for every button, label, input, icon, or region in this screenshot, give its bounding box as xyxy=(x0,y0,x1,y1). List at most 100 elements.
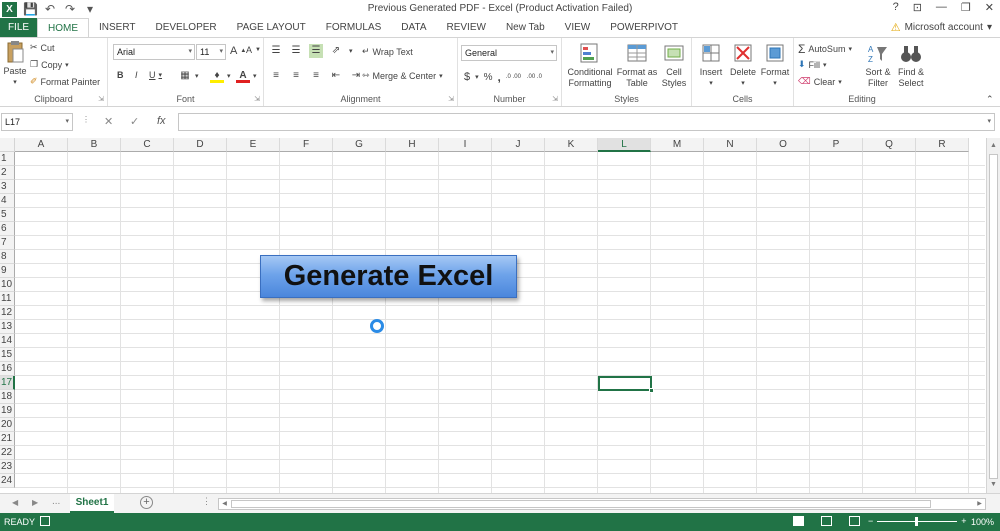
page-layout-view-icon[interactable] xyxy=(821,516,832,526)
row-header-24[interactable]: 24 xyxy=(0,474,15,488)
paste-button[interactable]: Paste ▾ xyxy=(2,40,28,88)
insert-cells-button[interactable]: Insert ▾ xyxy=(695,41,727,89)
clear-button[interactable]: ⌫ Clear ▾ xyxy=(798,76,842,87)
sheet-tab-sheet1[interactable]: Sheet1 xyxy=(70,494,114,513)
tab-page-layout[interactable]: PAGE LAYOUT xyxy=(227,18,316,37)
page-break-view-icon[interactable] xyxy=(849,516,860,526)
cell-area[interactable] xyxy=(15,152,985,493)
column-header-l[interactable]: L xyxy=(598,138,651,152)
column-header-n[interactable]: N xyxy=(704,138,757,152)
italic-button[interactable]: I xyxy=(135,70,138,80)
column-header-k[interactable]: K xyxy=(545,138,598,152)
horizontal-scrollbar[interactable]: ◀ ▶ xyxy=(218,498,986,510)
column-header-h[interactable]: H xyxy=(386,138,439,152)
close-icon[interactable]: ✕ xyxy=(985,1,994,14)
tab-developer[interactable]: DEVELOPER xyxy=(146,18,227,37)
column-header-o[interactable]: O xyxy=(757,138,810,152)
scroll-up-icon[interactable]: ▲ xyxy=(987,140,1000,152)
cell-styles-button[interactable]: Cell Styles xyxy=(658,41,690,89)
restore-icon[interactable]: ❐ xyxy=(961,1,971,14)
vertical-scrollbar[interactable]: ▲ ▼ xyxy=(986,138,1000,493)
tab-view[interactable]: VIEW xyxy=(555,18,601,37)
row-header-3[interactable]: 3 xyxy=(0,180,15,194)
name-box[interactable]: L17 ▾ xyxy=(1,113,73,131)
sort-filter-button[interactable]: AZ Sort & Filter xyxy=(862,41,894,89)
zoom-knob[interactable] xyxy=(915,516,919,526)
normal-view-icon[interactable] xyxy=(793,516,804,526)
help-icon[interactable]: ? xyxy=(893,1,899,14)
copy-button[interactable]: ❐ Copy ▾ xyxy=(30,59,69,70)
format-as-table-button[interactable]: Format as Table xyxy=(616,41,658,89)
percent-button[interactable]: % xyxy=(484,72,493,83)
borders-button[interactable]: ▦ ▾ xyxy=(178,69,198,83)
add-sheet-button[interactable]: + xyxy=(140,496,153,509)
row-header-23[interactable]: 23 xyxy=(0,460,15,474)
active-cell-l17[interactable] xyxy=(598,376,654,393)
tab-file[interactable]: FILE xyxy=(0,18,37,37)
column-header-b[interactable]: B xyxy=(68,138,121,152)
row-header-10[interactable]: 10 xyxy=(0,278,15,292)
row-header-19[interactable]: 19 xyxy=(0,404,15,418)
row-header-11[interactable]: 11 xyxy=(0,292,15,306)
scroll-right-icon[interactable]: ▶ xyxy=(974,499,985,509)
insert-function-icon[interactable]: fx xyxy=(157,115,166,127)
zoom-out-icon[interactable]: − xyxy=(868,516,873,526)
dialog-launcher-icon[interactable]: ⇲ xyxy=(552,95,558,103)
dialog-launcher-icon[interactable]: ⇲ xyxy=(448,95,454,103)
find-select-button[interactable]: Find & Select xyxy=(894,41,928,89)
zoom-slider[interactable]: − + xyxy=(868,516,967,526)
grow-font-button[interactable]: A ▲ xyxy=(230,45,246,57)
column-header-g[interactable]: G xyxy=(333,138,386,152)
wrap-text-button[interactable]: ↵ Wrap Text xyxy=(362,46,413,57)
cancel-icon[interactable]: ✕ xyxy=(104,115,113,128)
row-header-2[interactable]: 2 xyxy=(0,166,15,180)
row-header-4[interactable]: 4 xyxy=(0,194,15,208)
column-header-c[interactable]: C xyxy=(121,138,174,152)
align-left-icon[interactable]: ≡ xyxy=(269,69,283,83)
column-header-m[interactable]: M xyxy=(651,138,704,152)
font-size-select[interactable]: 11 ▾ xyxy=(196,44,226,60)
column-header-d[interactable]: D xyxy=(174,138,227,152)
number-format-select[interactable]: General ▾ xyxy=(461,45,557,61)
column-header-j[interactable]: J xyxy=(492,138,545,152)
zoom-track[interactable] xyxy=(877,516,958,526)
row-header-21[interactable]: 21 xyxy=(0,432,15,446)
cut-button[interactable]: ✂ Cut xyxy=(30,42,55,53)
dialog-launcher-icon[interactable]: ⇲ xyxy=(254,95,260,103)
generate-excel-button[interactable]: Generate Excel xyxy=(260,255,517,298)
orientation-icon[interactable]: ⇗ xyxy=(329,44,343,58)
align-bottom-icon[interactable]: ☰ xyxy=(309,44,323,58)
row-header-13[interactable]: 13 xyxy=(0,320,15,334)
vertical-scroll-thumb[interactable] xyxy=(989,154,998,479)
row-header-9[interactable]: 9 xyxy=(0,264,15,278)
row-header-22[interactable]: 22 xyxy=(0,446,15,460)
tab-new-tab[interactable]: New Tab xyxy=(496,18,555,37)
decrease-decimal-button[interactable]: .00 .0 xyxy=(527,74,543,81)
zoom-in-icon[interactable]: + xyxy=(961,516,966,526)
macro-record-icon[interactable] xyxy=(40,516,50,526)
row-header-6[interactable]: 6 xyxy=(0,222,15,236)
increase-decimal-button[interactable]: .0 .00 xyxy=(506,74,522,81)
fill-color-button[interactable]: ♦ ▾ xyxy=(210,69,231,83)
merge-center-button[interactable]: ⇿ Merge & Center ▾ xyxy=(362,70,443,81)
row-header-8[interactable]: 8 xyxy=(0,250,15,264)
prev-sheet-icon[interactable]: ◀ xyxy=(12,498,18,507)
fill-button[interactable]: ⬇ Fill ▾ xyxy=(798,59,827,70)
font-name-select[interactable]: Arial ▾ xyxy=(113,44,195,60)
tab-home[interactable]: HOME xyxy=(37,18,89,37)
comma-button[interactable]: , xyxy=(498,70,501,84)
underline-button[interactable]: U ▾ xyxy=(149,70,162,80)
minimize-icon[interactable]: — xyxy=(936,1,947,14)
drag-handle-icon[interactable]: ⋮ xyxy=(82,115,90,124)
autosum-button[interactable]: Σ AutoSum ▾ xyxy=(798,42,852,56)
collapse-ribbon-icon[interactable]: ⌃ xyxy=(986,94,994,105)
column-header-i[interactable]: I xyxy=(439,138,492,152)
column-header-q[interactable]: Q xyxy=(863,138,916,152)
conditional-formatting-button[interactable]: Conditional Formatting xyxy=(565,41,615,89)
account-menu[interactable]: ⚠ Microsoft account ▾ xyxy=(891,21,992,34)
tab-split-handle[interactable]: ⋮ xyxy=(202,496,211,507)
row-header-20[interactable]: 20 xyxy=(0,418,15,432)
next-sheet-icon[interactable]: ▶ xyxy=(32,498,38,507)
align-center-icon[interactable]: ≡ xyxy=(289,69,303,83)
tab-data[interactable]: DATA xyxy=(391,18,436,37)
